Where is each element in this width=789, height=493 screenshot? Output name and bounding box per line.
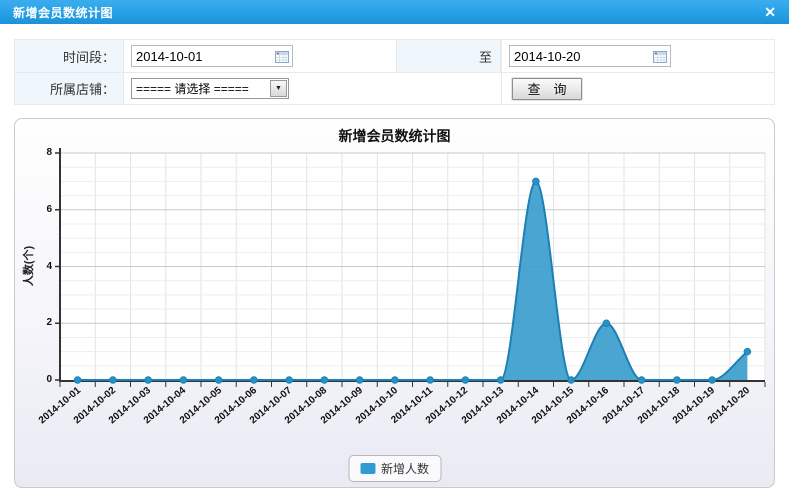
- close-icon[interactable]: ✕: [764, 5, 776, 19]
- dialog-titlebar: 新增会员数统计图 ✕: [0, 0, 789, 24]
- y-axis-tick-label: 4: [30, 261, 52, 272]
- query-cell: 查 询: [501, 73, 774, 104]
- legend-label: 新增人数: [381, 460, 429, 477]
- to-label: 至: [396, 40, 501, 73]
- y-axis-tick-label: 2: [30, 317, 52, 328]
- start-date-cell: [124, 40, 396, 73]
- end-date-field[interactable]: [509, 45, 671, 67]
- shop-select[interactable]: ===== 请选择 ===== ▼: [131, 78, 289, 99]
- filter-form: 时间段： 至 所属店铺： ===== 请选择 =====: [14, 39, 775, 105]
- end-date-input[interactable]: [510, 47, 648, 65]
- y-axis-tick-label: 8: [30, 147, 52, 158]
- shop-label: 所属店铺：: [15, 73, 124, 104]
- calendar-icon[interactable]: [275, 50, 289, 63]
- period-label: 时间段：: [15, 40, 124, 73]
- shop-select-value: ===== 请选择 =====: [132, 80, 249, 97]
- start-date-field[interactable]: [131, 45, 293, 67]
- calendar-icon[interactable]: [653, 50, 667, 63]
- start-date-input[interactable]: [132, 47, 270, 65]
- dialog-title: 新增会员数统计图: [13, 4, 113, 21]
- legend-swatch: [360, 463, 375, 474]
- query-button[interactable]: 查 询: [512, 78, 582, 100]
- chart-panel: 新增会员数统计图 人数(个) 02468 2014-10-012014-10-0…: [14, 118, 775, 488]
- chevron-down-icon[interactable]: ▼: [270, 80, 287, 97]
- y-axis-tick-label: 6: [30, 204, 52, 215]
- legend-box[interactable]: 新增人数: [348, 455, 441, 482]
- shop-select-cell: ===== 请选择 ===== ▼: [124, 73, 501, 104]
- y-axis-tick-label: 0: [30, 374, 52, 385]
- end-date-cell: [501, 40, 774, 73]
